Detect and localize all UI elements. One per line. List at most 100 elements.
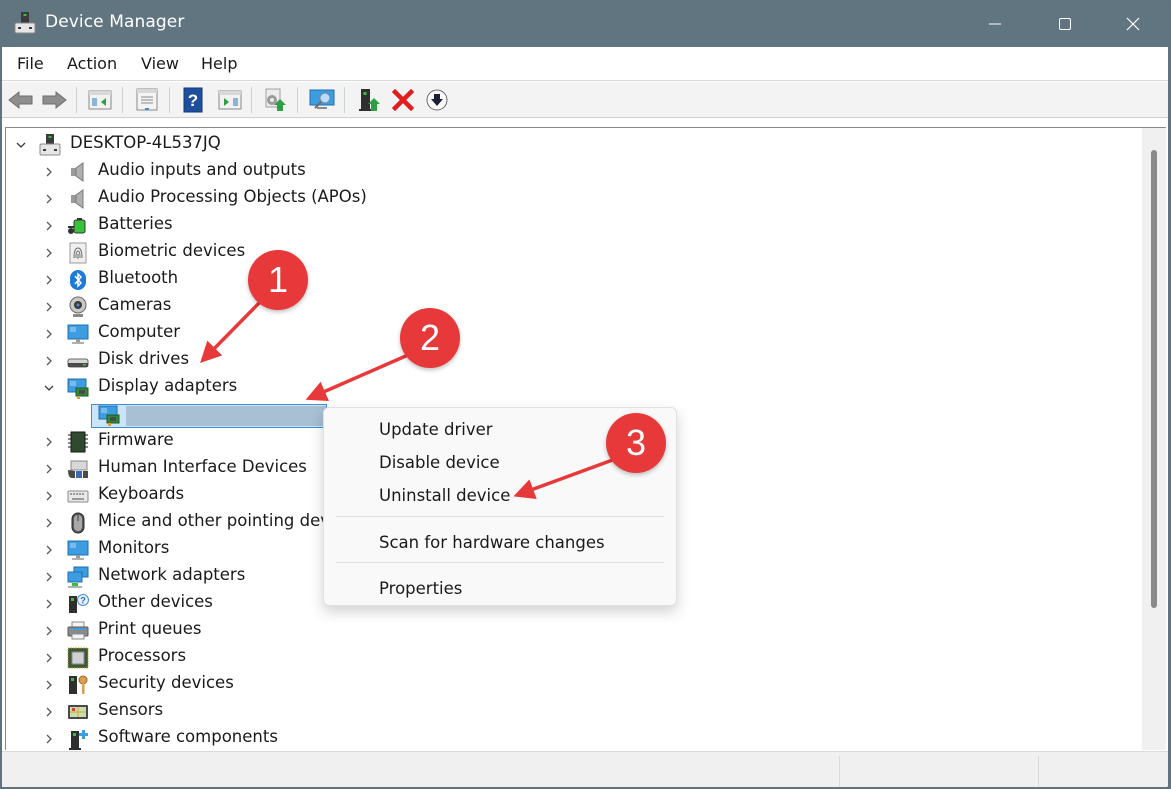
chevron-right-icon[interactable] [42, 245, 56, 259]
close-icon [1126, 17, 1140, 30]
tree-item-label: Keyboards [98, 484, 185, 503]
menu-bar: File Action View Help [2, 47, 1168, 81]
tree-item-label: Bluetooth [98, 268, 179, 287]
chevron-right-icon[interactable] [42, 596, 56, 610]
enable-device-icon [359, 89, 380, 111]
show-hide-action-pane-button[interactable] [216, 86, 244, 114]
menu-item-label: Uninstall device [379, 486, 511, 505]
chevron-right-icon[interactable] [42, 326, 56, 340]
redacted-device-name [126, 406, 326, 426]
disable-device-button[interactable] [423, 86, 451, 114]
chevron-right-icon[interactable] [42, 461, 56, 475]
minimize-button[interactable] [966, 0, 1024, 47]
device-manager-window: Device Manager File Action View Help ? D… [0, 0, 1171, 789]
tree-item-category[interactable]: Display adapters [6, 374, 1106, 401]
scrollbar-thumb[interactable] [1151, 150, 1157, 608]
tree-item-category[interactable]: Audio Processing Objects (APOs) [6, 185, 1106, 212]
tree-item-label: DESKTOP-4L537JQ [70, 133, 221, 152]
menu-file[interactable]: File [17, 54, 44, 73]
hid-icon [67, 458, 89, 480]
chevron-right-icon[interactable] [42, 542, 56, 556]
chevron-down-icon[interactable] [14, 137, 28, 151]
menu-separator [336, 516, 664, 517]
tree-item-category[interactable]: Cameras [6, 293, 1106, 320]
tree-item-category[interactable]: Bluetooth [6, 266, 1106, 293]
menu-scan-hardware-changes[interactable]: Scan for hardware changes [324, 528, 676, 558]
chevron-right-icon[interactable] [42, 353, 56, 367]
back-button[interactable] [7, 86, 35, 114]
toolbar-separator [297, 87, 298, 113]
tree-root-computer[interactable]: DESKTOP-4L537JQ [6, 131, 1106, 158]
chevron-right-icon[interactable] [42, 569, 56, 583]
svg-text:?: ? [80, 596, 86, 606]
tree-item-category[interactable]: Disk drives [6, 347, 1106, 374]
menu-view[interactable]: View [141, 54, 179, 73]
monitor-icon [67, 539, 89, 561]
unknown-device-icon: ? [67, 593, 89, 615]
chevron-right-icon[interactable] [42, 515, 56, 529]
tree-item-label: Display adapters [98, 376, 238, 395]
chevron-right-icon[interactable] [42, 677, 56, 691]
chevron-right-icon[interactable] [42, 731, 56, 745]
help-icon: ? [183, 87, 203, 113]
tree-item-label: Audio inputs and outputs [98, 160, 306, 179]
menu-help[interactable]: Help [201, 54, 237, 73]
tree-item-label: Audio Processing Objects (APOs) [98, 187, 367, 206]
toolbar-separator [344, 87, 345, 113]
tree-item-category[interactable]: Audio inputs and outputs [6, 158, 1106, 185]
tree-item-category[interactable]: Print queues [6, 617, 1106, 644]
maximize-button[interactable] [1036, 0, 1094, 47]
tree-item-category[interactable]: Biometric devices [6, 239, 1106, 266]
chevron-right-icon[interactable] [42, 434, 56, 448]
chevron-right-icon[interactable] [42, 650, 56, 664]
tree-item-label: Disk drives [98, 349, 190, 368]
update-driver-button[interactable] [261, 86, 289, 114]
show-hide-console-tree-button[interactable] [86, 86, 114, 114]
tree-item-category[interactable]: Sensors [6, 698, 1106, 725]
chevron-right-icon[interactable] [42, 164, 56, 178]
annotation-badge-1: 1 [248, 250, 308, 310]
tree-item-label: Other devices [98, 592, 213, 611]
properties-button[interactable] [133, 86, 161, 114]
help-button[interactable]: ? [179, 86, 207, 114]
printer-icon [67, 620, 89, 642]
tree-item-category[interactable]: Computer [6, 320, 1106, 347]
keyboard-icon [67, 485, 89, 507]
bluetooth-icon [67, 269, 89, 291]
tree-item-category[interactable]: Software components [6, 725, 1106, 750]
tree-item-category[interactable]: Batteries [6, 212, 1106, 239]
toolbar-separator [122, 87, 123, 113]
menu-properties[interactable]: Properties [324, 574, 676, 604]
toolbar-separator [251, 87, 252, 113]
chevron-right-icon[interactable] [42, 704, 56, 718]
toolbar-separator [169, 87, 170, 113]
tree-item-label: Firmware [98, 430, 174, 449]
chevron-right-icon[interactable] [42, 218, 56, 232]
chevron-right-icon[interactable] [42, 299, 56, 313]
disable-device-icon [426, 89, 448, 111]
tree-item-label: Software components [98, 727, 278, 746]
speaker-icon [67, 188, 89, 210]
chevron-down-icon[interactable] [42, 380, 56, 394]
tree-item-label: Sensors [98, 700, 164, 719]
chevron-right-icon[interactable] [42, 488, 56, 502]
chevron-right-icon[interactable] [42, 623, 56, 637]
title-bar[interactable]: Device Manager [0, 0, 1171, 47]
menu-uninstall-device[interactable]: Uninstall device [324, 481, 676, 511]
tree-item-category[interactable]: Security devices [6, 671, 1106, 698]
tree-item-category[interactable]: Processors [6, 644, 1106, 671]
scan-hardware-changes-button[interactable] [308, 86, 336, 114]
vertical-scrollbar[interactable] [1142, 127, 1166, 750]
tree-item-label: Monitors [98, 538, 170, 557]
enable-device-button[interactable] [355, 86, 383, 114]
display-adapter-icon [67, 377, 89, 399]
menu-action[interactable]: Action [67, 54, 117, 73]
chevron-right-icon[interactable] [42, 272, 56, 286]
battery-icon [67, 215, 89, 237]
forward-button[interactable] [40, 86, 68, 114]
close-button[interactable] [1104, 0, 1162, 47]
uninstall-device-button[interactable] [389, 86, 417, 114]
chevron-right-icon[interactable] [42, 191, 56, 205]
toolbar-separator [76, 87, 77, 113]
tree-item-label: Processors [98, 646, 187, 665]
